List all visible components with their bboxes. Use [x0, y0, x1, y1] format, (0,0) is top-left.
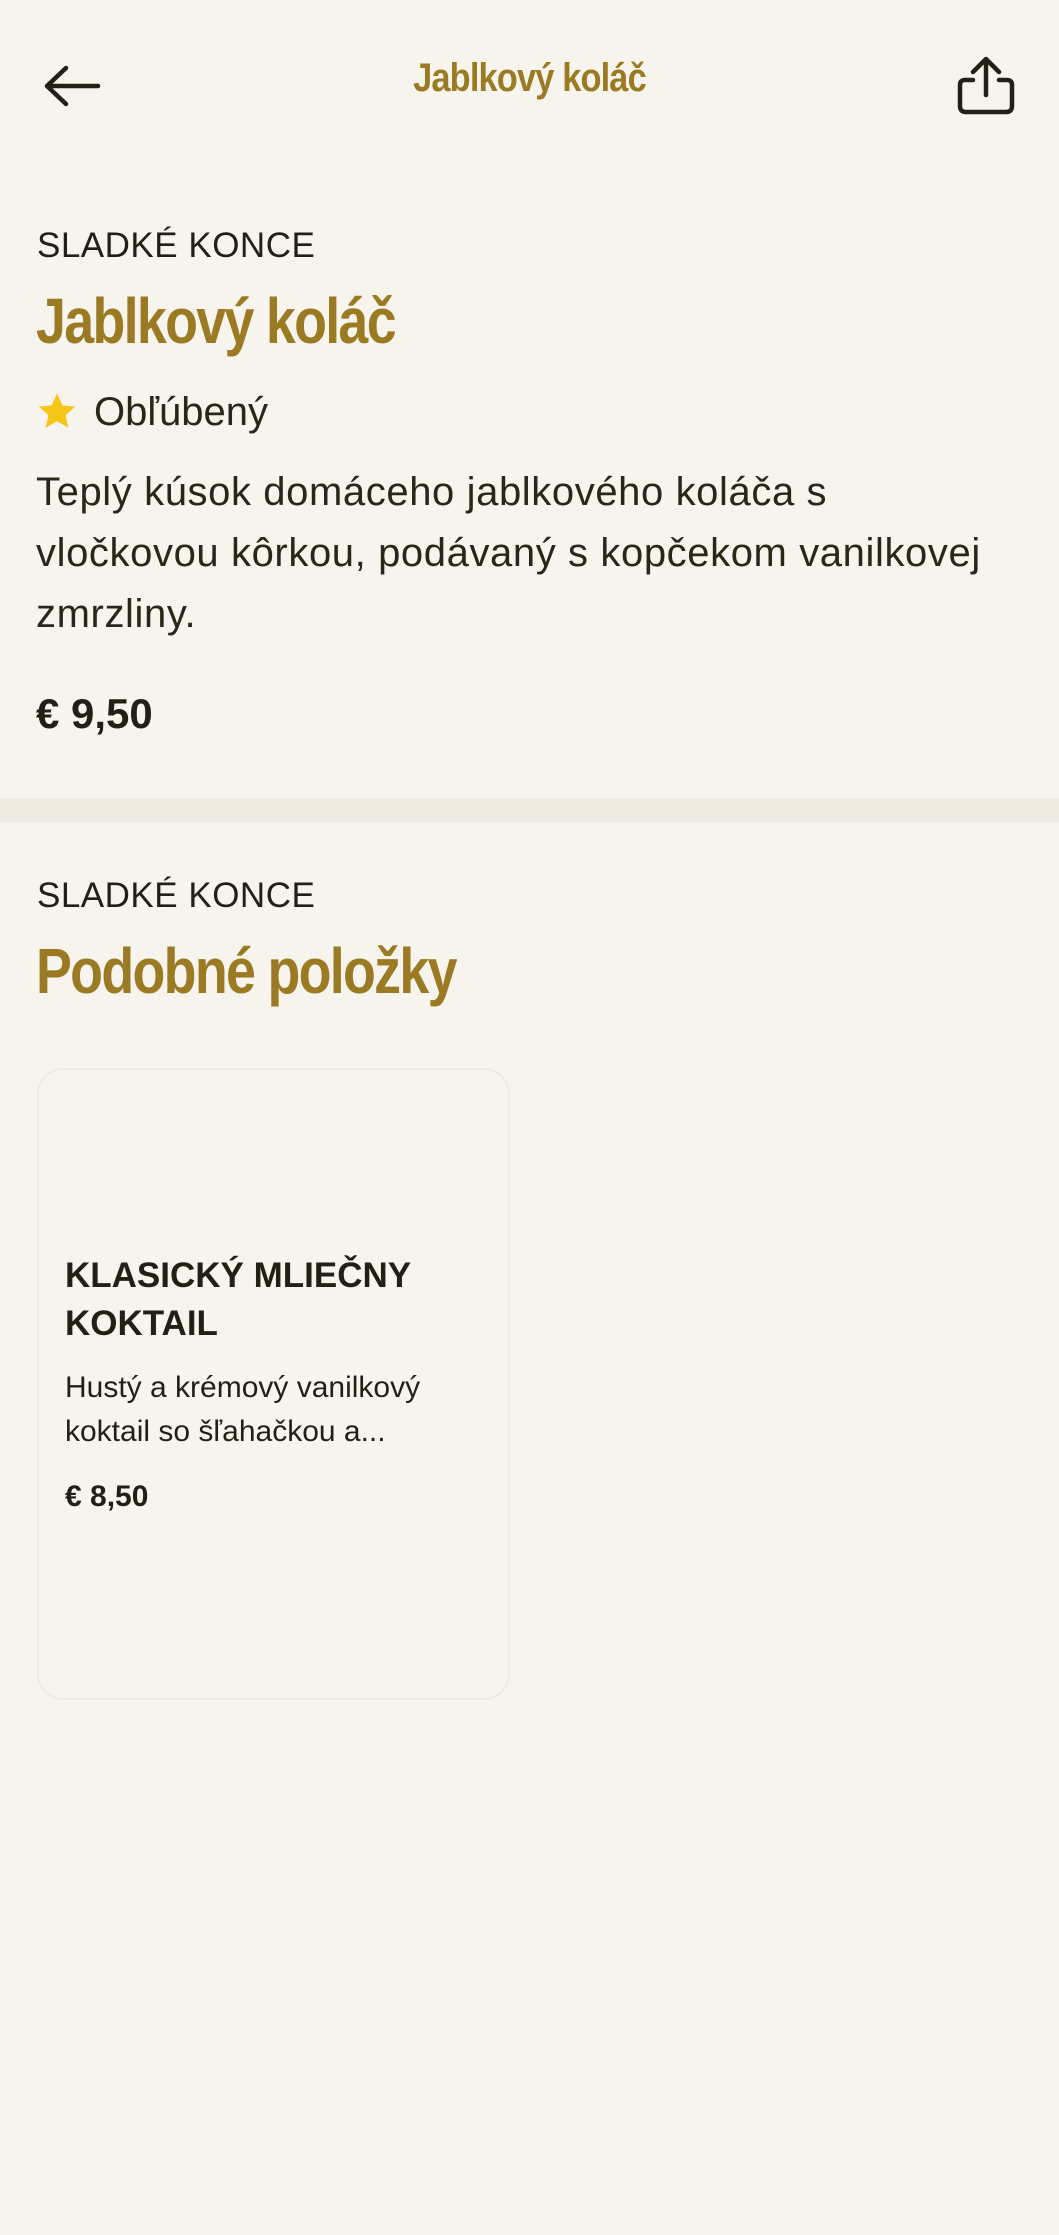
- badge-label: Obľúbený: [94, 389, 269, 434]
- similar-items-section: SLADKÉ KONCE Podobné položky KLASICKÝ ML…: [0, 858, 1059, 1758]
- item-category: SLADKÉ KONCE: [37, 226, 316, 265]
- section-divider: [0, 798, 1059, 822]
- similar-category: SLADKÉ KONCE: [37, 876, 316, 915]
- star-icon: [38, 393, 76, 428]
- favorite-badge: Obľúbený: [36, 384, 268, 440]
- share-icon: [957, 56, 1015, 115]
- similar-item-name: KLASICKÝ MLIEČNY KOKTAIL: [65, 1256, 411, 1343]
- item-details: SLADKÉ KONCE Jablkový koláč Obľúbený Tep…: [0, 212, 1059, 798]
- item-description: Teplý kúsok domáceho jablkového koláča s…: [36, 470, 981, 636]
- top-app-bar: Jablkový koláč: [0, 0, 1059, 170]
- item-name: Jablkový koláč: [36, 285, 397, 357]
- similar-heading: Podobné položky: [36, 935, 457, 1007]
- share-button[interactable]: [950, 46, 1022, 126]
- page-title: Jablkový koláč: [413, 56, 647, 100]
- item-price: € 9,50: [36, 690, 153, 737]
- similar-item-card[interactable]: KLASICKÝ MLIEČNY KOKTAIL Hustý a krémový…: [37, 1068, 510, 1700]
- similar-item-description: Hustý a krémový vanilkový koktail so šľa…: [65, 1371, 421, 1448]
- similar-item-price: € 8,50: [65, 1480, 149, 1513]
